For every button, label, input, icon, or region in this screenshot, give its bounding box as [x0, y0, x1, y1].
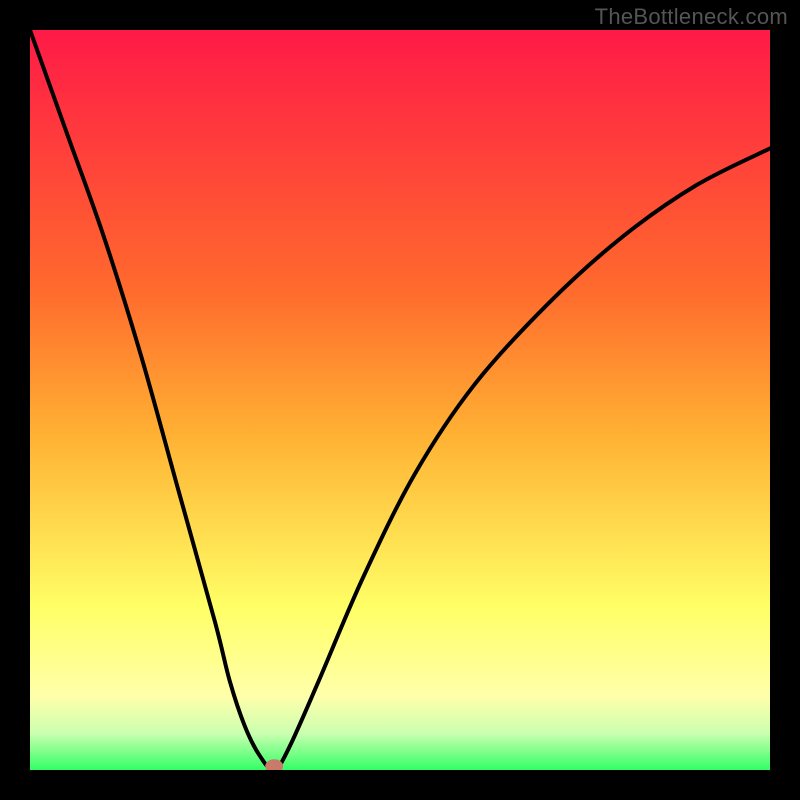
watermark-text: TheBottleneck.com	[595, 4, 788, 30]
plot-area	[30, 30, 770, 770]
gradient-background	[30, 30, 770, 770]
chart-container: TheBottleneck.com	[0, 0, 800, 800]
chart-svg	[30, 30, 770, 770]
